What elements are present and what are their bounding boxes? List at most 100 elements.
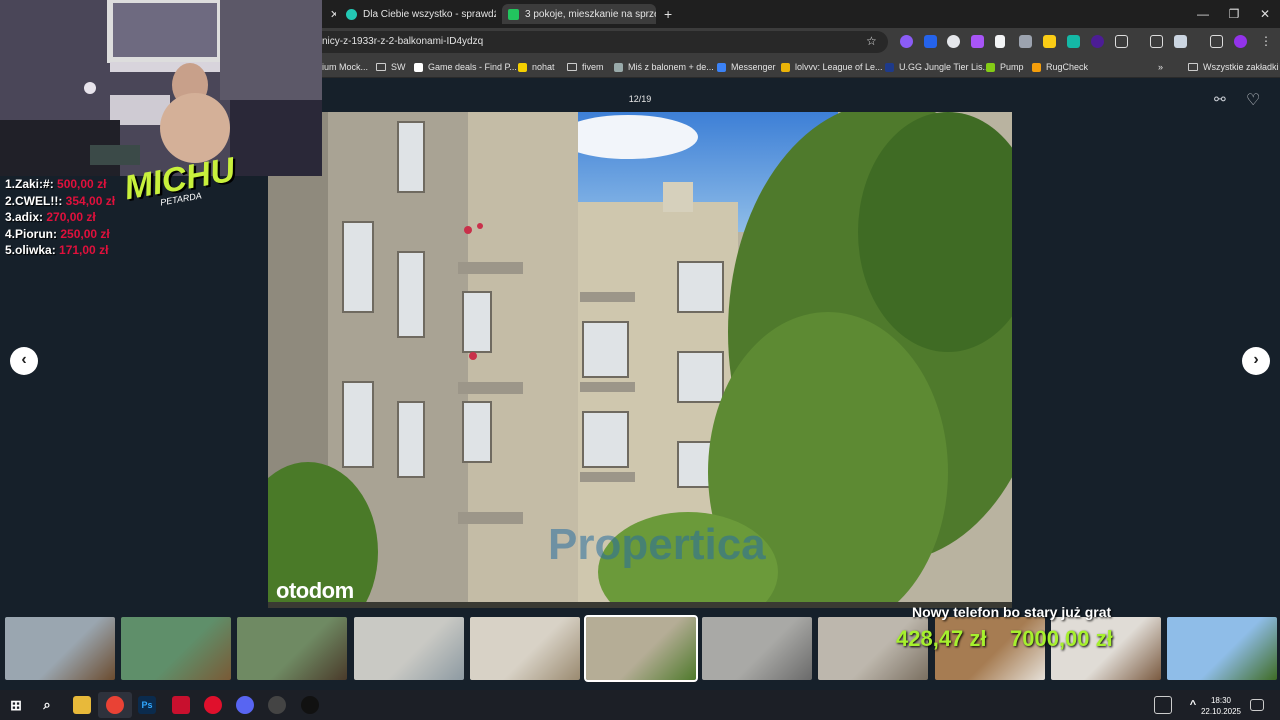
tab-title: Dla Ciebie wszystko - sprawdź [363,8,496,20]
pen-icon[interactable] [995,35,1005,48]
thumbnail[interactable] [469,617,580,680]
donor-row: 4.Piorun: 250,00 zł [5,227,110,241]
extension-icon[interactable] [971,35,984,48]
bookmark-item[interactable]: Game deals - Find P... [414,60,517,74]
extension-icon[interactable] [947,35,960,48]
thumbnail[interactable] [584,615,698,682]
thumbnail[interactable] [237,617,348,680]
bookmarks-overflow-button[interactable]: » [1158,60,1163,74]
bookmark-label: U.GG Jungle Tier Lis... [899,62,991,72]
extension-icon[interactable] [1067,35,1080,48]
all-bookmarks-button[interactable]: Wszystkie zakładki [1188,60,1279,74]
thumbnail[interactable] [1167,617,1277,680]
donor-name: 5.oliwka: [5,243,56,258]
tab-favicon-icon [508,8,519,20]
bookmark-item[interactable]: SW [376,60,406,74]
heart-icon[interactable]: ♡ [1246,90,1264,109]
window-close-button[interactable]: ✕ [1250,4,1280,24]
bookmark-item[interactable]: ium Mock... [322,60,368,74]
search-icon[interactable]: ⌕ [38,696,56,714]
thumbnail[interactable] [702,617,813,680]
url-text[interactable]: nicy-z-1933r-z-2-balkonami-ID4ydzq [322,36,483,47]
webcam-feed [0,0,322,176]
file-explorer-icon[interactable] [73,696,91,714]
obs-icon[interactable] [268,696,286,714]
donor-row: 1.Zaki:#: 500,00 zł [5,177,106,191]
opera-icon[interactable] [204,696,222,714]
star-bookmark-icon[interactable]: ☆ [866,34,877,48]
agency-watermark: Propertica [548,520,766,569]
tab-close-icon[interactable]: ✕ [330,8,336,21]
bookmark-label: lolvvv: League of Le... [795,62,883,72]
discord-icon[interactable] [236,696,254,714]
gg-icon [414,62,423,72]
bookmark-label: fivem [582,62,604,72]
chrome-icon[interactable] [106,696,124,714]
folder-icon [1188,63,1198,71]
bookmark-item[interactable]: fivem [567,60,604,74]
messenger-icon [717,62,726,72]
alert-title: Nowy telefon bo stary już grat [912,604,1112,620]
folder-icon [567,63,577,71]
otodom-logo: otodom [276,578,354,603]
extension-icon[interactable] [1043,35,1056,48]
next-photo-button[interactable]: › [1242,347,1270,375]
taskbar [0,690,1280,720]
tab-1[interactable]: ✕ [322,4,336,24]
app-icon[interactable] [301,696,319,714]
app-icon[interactable] [172,696,190,714]
thumbnail[interactable] [121,617,232,680]
bookmark-item[interactable]: RugCheck [1032,60,1088,74]
extension-icon[interactable] [1091,35,1104,48]
donor-amount: 354,00 zł [65,193,116,208]
donor-amount: 171,00 zł [59,243,109,258]
donor-row: 2.CWEL!!: 354,00 zł [5,194,115,208]
bookmark-label: nohat [532,62,555,72]
bookmark-label: SW [391,62,406,72]
extension-icon[interactable] [900,35,913,48]
clock[interactable]: 18:30 22.10.2025 [1196,695,1246,717]
translate-icon[interactable] [1174,35,1187,48]
avatar[interactable] [1234,35,1247,48]
notification-icon[interactable] [1250,699,1264,711]
bookmark-item[interactable]: Messenger [717,60,776,74]
bookmark-item[interactable]: lolvvv: League of Le... [781,60,883,74]
keyboard-icon[interactable] [1154,696,1172,714]
ugg-icon [885,62,894,72]
new-tab-button[interactable]: + [664,4,678,24]
bookmark-item[interactable]: Miś z balonem + de... [614,60,714,74]
extension-icon[interactable] [1019,35,1032,48]
donor-name: 3.adix: [5,210,44,225]
previous-photo-button[interactable]: ‹ [10,347,38,375]
tab-dla-ciebie[interactable]: Dla Ciebie wszystko - sprawdź ✕ [346,4,496,24]
photoshop-icon[interactable]: Ps [138,696,156,714]
menu-icon[interactable]: ⋮ [1260,34,1272,48]
thumbnail[interactable] [5,617,115,680]
reading-list-icon[interactable] [1210,35,1223,48]
tab-active-listing[interactable]: 3 pokoje, mieszkanie na sprzed ✕ [502,4,656,24]
extension-icon[interactable] [924,35,937,48]
folder-icon [376,63,386,71]
minimize-button[interactable]: — [1188,4,1218,24]
donor-row: 5.oliwka: 171,00 zł [5,243,108,257]
tab-title: 3 pokoje, mieszkanie na sprzed [525,8,656,20]
bookmark-label: Pump [1000,62,1024,72]
media-icon[interactable] [1150,35,1163,48]
alert-amount-goal: 7000,00 zł [1010,626,1113,651]
donor-amount: 250,00 zł [60,226,110,241]
smiley-icon [518,62,527,72]
thumbnail[interactable] [353,617,464,680]
bookmark-item[interactable]: Pump [986,60,1024,74]
share-icon[interactable]: ⚯ [1214,91,1232,109]
webcam-overlay [0,0,322,176]
bookmark-item[interactable]: nohat [518,60,555,74]
donor-name: 1.Zaki:#: [5,177,54,191]
start-button[interactable]: ⊞ [7,696,25,714]
all-bookmarks-label: Wszystkie zakładki [1203,62,1279,72]
donor-name: 4.Piorun: [5,226,58,241]
restore-button[interactable]: ❐ [1219,4,1249,24]
bookmark-item[interactable]: U.GG Jungle Tier Lis... [885,60,990,74]
donor-amount: 270,00 zł [46,210,96,225]
alert-amount-current: 428,47 zł [896,626,987,651]
puzzle-icon[interactable] [1115,35,1128,48]
